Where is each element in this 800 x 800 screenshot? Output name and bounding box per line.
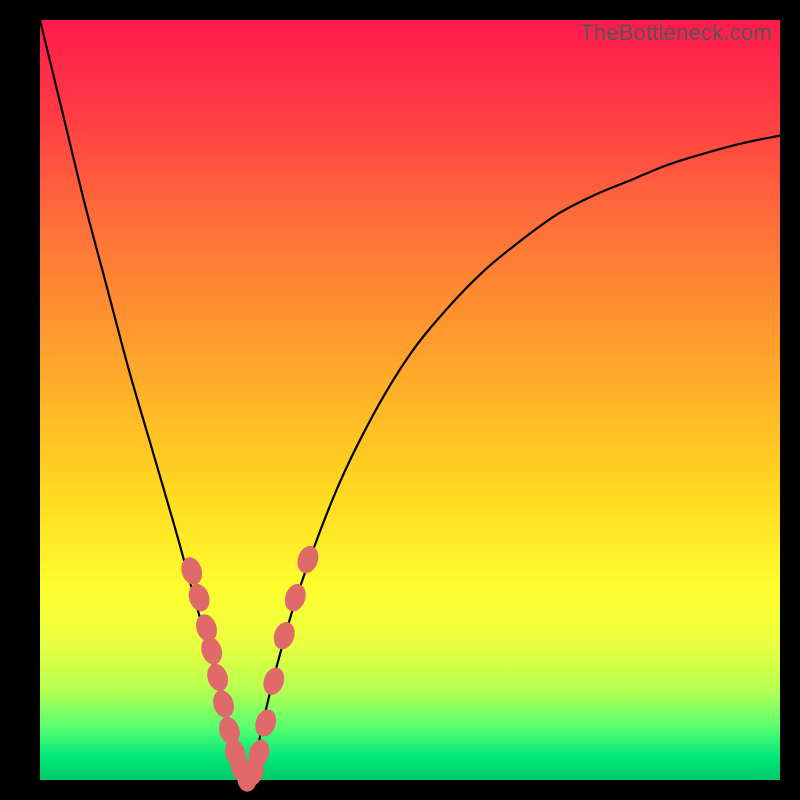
- data-marker: [294, 543, 322, 576]
- data-marker: [198, 634, 226, 667]
- data-marker: [281, 581, 309, 614]
- marker-group: [178, 543, 322, 792]
- data-marker: [178, 555, 206, 588]
- data-marker: [210, 688, 238, 721]
- bottleneck-curve: [40, 20, 780, 780]
- chart-frame: TheBottleneck.com: [0, 0, 800, 800]
- plot-area: TheBottleneck.com: [40, 20, 780, 780]
- data-marker: [270, 619, 298, 652]
- data-marker: [260, 665, 288, 698]
- chart-svg: [40, 20, 780, 780]
- data-marker: [204, 661, 232, 694]
- data-marker: [252, 707, 280, 740]
- data-marker: [185, 581, 213, 614]
